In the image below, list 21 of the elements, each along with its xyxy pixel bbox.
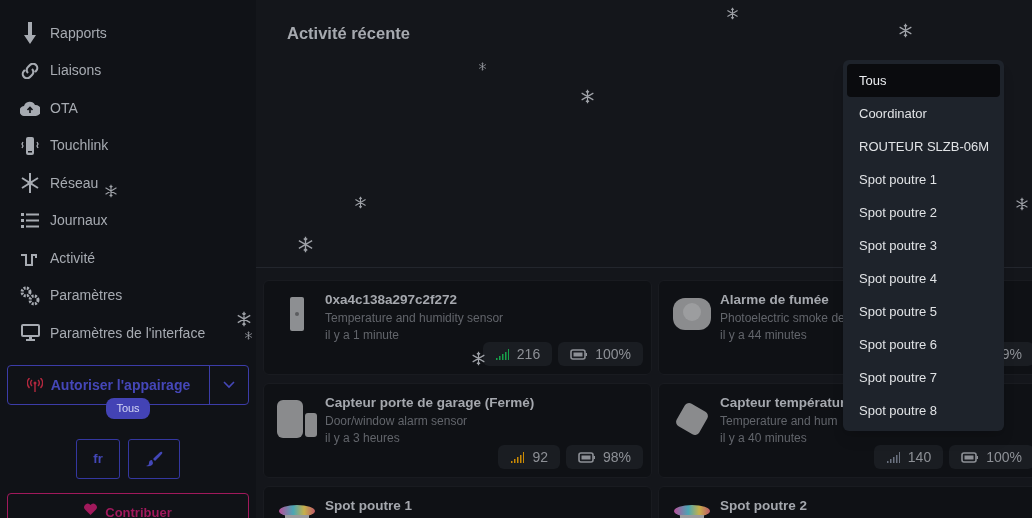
battery-badge: 100% [558,342,643,366]
link-quality-badge: 92 [498,445,560,469]
device-name: Spot poutre 2 [720,497,807,515]
device-model: Temperature and humidity sensor [325,310,504,326]
device-name: Alarme de fumée [720,291,829,309]
device-name: Capteur porte de garage (Fermé) [325,394,535,412]
last-seen: il y a 3 heures [325,430,400,446]
last-seen: il y a 44 minutes [720,327,807,343]
section-title: Activité récente [287,23,410,44]
device-name: 0xa4c138a297c2f272 [325,291,458,309]
device-model: Temperature and hum [720,413,838,429]
device-model: Door/window alarm sensor [325,413,468,429]
link-quality-badge: 140 [873,445,944,469]
last-seen: il y a 1 minute [325,327,400,343]
battery-badge: 98% [565,445,643,469]
device-name: Spot poutre 1 [325,497,412,515]
device-name: Capteur températur [720,394,846,412]
battery-badge: 100% [949,445,1032,469]
last-seen: il y a 40 minutes [720,430,807,446]
target-badge: Tous [106,398,150,419]
link-quality-badge: 216 [482,342,553,366]
